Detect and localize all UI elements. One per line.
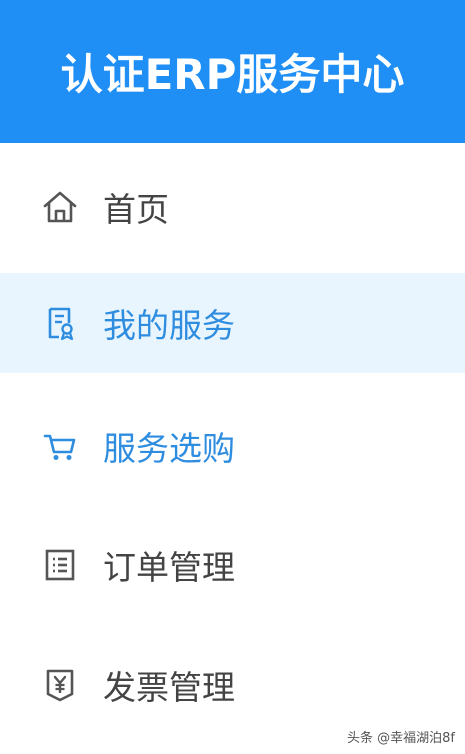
app-window: 认证ERP服务中心 首页 我的服务 服务选购 订单管理 发票管理 头条 @幸福湖… [0,0,465,754]
watermark-text: 头条 @幸福湖泊8f [347,731,455,746]
menu-item-invoice-management[interactable]: 发票管理 [0,635,465,735]
header-bar: 认证ERP服务中心 [0,0,465,143]
menu-item-home[interactable]: 首页 [0,157,465,257]
menu-item-order-management[interactable]: 订单管理 [0,515,465,615]
menu-item-service-purchase[interactable]: 服务选购 [0,396,465,496]
shopping-cart-icon [42,428,78,464]
home-icon [42,189,78,225]
menu-item-label: 服务选购 [103,429,235,468]
invoice-yen-icon [42,667,78,703]
menu-item-label: 订单管理 [103,548,235,587]
service-document-icon [42,305,78,341]
menu-item-label: 发票管理 [103,668,235,707]
order-list-icon [42,547,78,583]
menu-item-label: 我的服务 [103,306,235,345]
menu-item-my-services[interactable]: 我的服务 [0,273,465,373]
menu-item-label: 首页 [103,190,169,229]
page-title: 认证ERP服务中心 [60,50,405,99]
